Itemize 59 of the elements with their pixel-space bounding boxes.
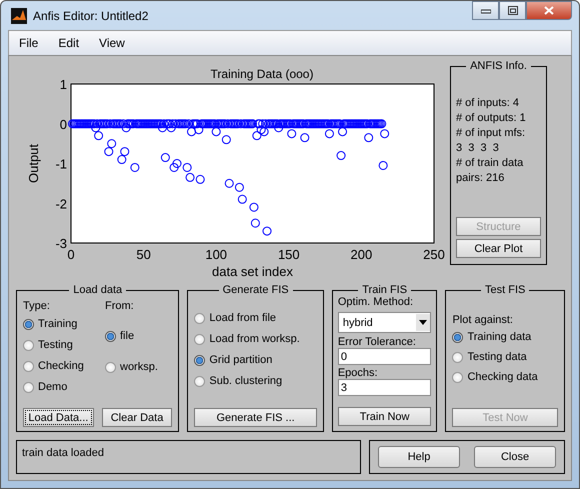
radio-option[interactable]: Sub. clustering xyxy=(194,373,317,390)
radio-option[interactable]: Load from file xyxy=(194,310,317,327)
close-button[interactable]: Close xyxy=(474,446,556,468)
train-now-button[interactable]: Train Now xyxy=(338,407,432,426)
axis-tick-label: -2 xyxy=(55,196,67,212)
radio-option[interactable]: Testing data xyxy=(452,349,558,366)
axis-tick-label: 100 xyxy=(205,247,228,262)
panel-title: ANFIS Info. xyxy=(469,60,528,72)
window-title: Anfis Editor: Untitled2 xyxy=(33,8,148,23)
radio-option[interactable]: Demo xyxy=(23,379,99,396)
chart-title: Training Data (ooo) xyxy=(210,67,314,81)
info-text: # of inputs: 4 xyxy=(456,96,520,111)
field-label: Optim. Method: xyxy=(338,296,414,308)
info-text: pairs: 216 xyxy=(456,171,506,186)
axis-tick-label: -3 xyxy=(55,236,67,251)
field-label: Error Tolerance: xyxy=(338,336,417,348)
axis-tick-label: 150 xyxy=(278,247,300,262)
radio-option[interactable]: Training data xyxy=(452,329,558,346)
info-text: # of input mfs: xyxy=(456,126,526,141)
status-message: train data loaded xyxy=(16,440,361,474)
axis-tick-label: 0 xyxy=(60,116,67,132)
field-label: Epochs: xyxy=(338,367,379,379)
menu-item[interactable]: Edit xyxy=(48,36,90,50)
load-data-button[interactable]: Load Data... xyxy=(23,408,94,427)
help-button[interactable]: Help xyxy=(378,446,460,468)
clear-data-button[interactable]: Clear Data xyxy=(102,408,172,427)
info-text: # of outputs: 1 xyxy=(456,111,527,126)
radio-option[interactable]: worksp. xyxy=(105,359,158,376)
axis-tick-label: -1 xyxy=(55,156,67,172)
plot-against-label: Plot against: xyxy=(452,314,514,326)
info-text: # of train data xyxy=(456,156,524,171)
radio-option[interactable]: Training xyxy=(23,316,99,333)
from-label: From: xyxy=(105,300,135,312)
radio-option[interactable]: Load from worksp. xyxy=(194,331,317,348)
y-axis-label: Output xyxy=(26,144,41,184)
axis-tick-label: 0 xyxy=(67,247,75,262)
menu-item[interactable]: View xyxy=(89,36,135,50)
panel-title: Train FIS xyxy=(361,284,408,296)
input-field[interactable]: 3 xyxy=(338,379,432,396)
panel-title: Generate FIS xyxy=(222,284,290,296)
info-text: 3 3 3 3 xyxy=(456,141,500,156)
axis-tick-label: 50 xyxy=(136,247,151,262)
panel-title: Test FIS xyxy=(484,284,526,296)
method-dropdown[interactable]: hybrid xyxy=(338,312,432,333)
type-label: Type: xyxy=(23,300,51,312)
clear-plot-button[interactable]: Clear Plot xyxy=(456,239,541,258)
axis-tick-label: 200 xyxy=(350,247,372,262)
radio-option[interactable]: Checking xyxy=(23,358,99,375)
axis-tick-label: 1 xyxy=(60,77,67,92)
radio-option[interactable]: Testing xyxy=(23,337,99,354)
radio-option[interactable]: file xyxy=(105,328,158,345)
input-field[interactable]: 0 xyxy=(338,348,432,365)
menu-item[interactable]: File xyxy=(9,36,48,50)
panel-title: Load data xyxy=(72,284,124,296)
radio-option[interactable]: Grid partition xyxy=(194,352,317,369)
axis-tick-label: 250 xyxy=(423,247,445,262)
generate-fis-button[interactable]: Generate FIS ... xyxy=(194,408,317,427)
x-axis-label: data set index xyxy=(212,264,293,279)
radio-option[interactable]: Checking data xyxy=(452,369,558,386)
